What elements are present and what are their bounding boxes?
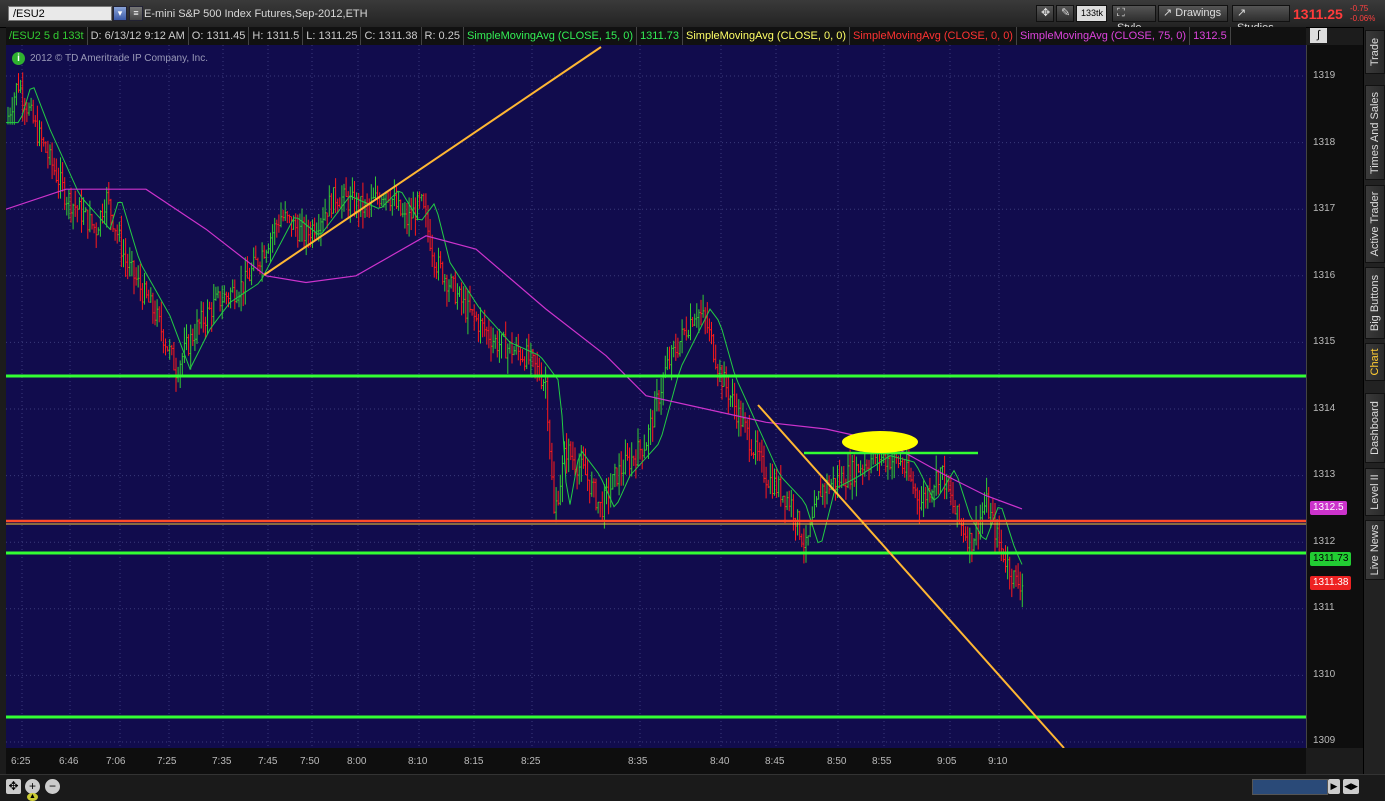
price-axis[interactable]: 1319 1318 1317 1316 1315 1314 1313 1312 … (1306, 45, 1364, 748)
x-tick: 8:55 (872, 756, 892, 767)
tab-live-news[interactable]: Live News (1365, 520, 1385, 580)
tab-label: Active Trader (1369, 191, 1381, 257)
x-tick: 8:40 (710, 756, 730, 767)
symbol-period: /ESU2 5 d 133t (6, 27, 88, 45)
scroll-right-icon[interactable]: ▶ (1328, 779, 1340, 794)
bottom-toolbar: ✥ + − ▲ ▶ ◀▶ (0, 774, 1385, 801)
bar-close: C: 1311.38 (361, 27, 422, 45)
chart-canvas (6, 45, 1306, 748)
style-button[interactable]: ⛶ Style (1112, 5, 1156, 34)
copyright: 2012 © TD Ameritrade IP Company, Inc. (30, 53, 209, 64)
zoom-in-icon[interactable]: + (25, 779, 40, 794)
aggregation-button[interactable]: 133tk (1076, 5, 1107, 22)
last-price: 1311.25 (1293, 6, 1343, 22)
percent-change: -0.06% (1350, 14, 1376, 23)
y-tick: 1309 (1313, 735, 1336, 746)
last-price-tag: 1311.38 (1310, 576, 1352, 590)
x-tick: 8:45 (765, 756, 785, 767)
highlight-ellipse (842, 431, 918, 453)
symbol-dropdown-button[interactable]: ▾ (113, 6, 127, 21)
tab-label: Chart (1369, 348, 1381, 376)
y-tick: 1311 (1313, 602, 1335, 613)
sma15-value: 1311.73 (637, 27, 684, 45)
sma15-price-tag: 1311.73 (1310, 552, 1352, 566)
bar-low: L: 1311.25 (303, 27, 362, 45)
y-tick: 1316 (1313, 270, 1336, 281)
symbol-menu-button[interactable]: ≡ (129, 6, 143, 21)
sma15-line (6, 87, 1023, 565)
tab-label: Level II (1369, 474, 1381, 510)
x-tick: 6:25 (11, 756, 31, 767)
symbol-input[interactable]: /ESU2 (8, 6, 112, 21)
y-tick: 1310 (1313, 669, 1336, 680)
bar-date: D: 6/13/12 9:12 AM (88, 27, 189, 45)
side-tabs: Trade Times And Sales Active Trader Big … (1363, 27, 1385, 774)
tab-times-and-sales[interactable]: Times And Sales (1365, 85, 1385, 180)
studies-icon: ↗ (1237, 7, 1247, 19)
x-tick: 7:25 (157, 756, 177, 767)
wrench-icon[interactable]: ✎ (1056, 5, 1074, 22)
sma75-value: 1312.5 (1190, 27, 1231, 45)
top-toolbar: /ESU2 ▾ ≡ E-mini S&P 500 Index Futures,S… (0, 0, 1385, 34)
sma15-label[interactable]: SimpleMovingAvg (CLOSE, 15, 0) (464, 27, 638, 45)
tab-chart[interactable]: Chart (1365, 343, 1385, 381)
x-tick: 8:00 (347, 756, 367, 767)
x-tick: 9:10 (988, 756, 1008, 767)
info-icon[interactable]: i (12, 52, 25, 65)
x-tick: 9:05 (937, 756, 957, 767)
studies-button[interactable]: ↗ Studies (1232, 5, 1290, 34)
x-tick: 8:15 (464, 756, 484, 767)
tab-level-ii[interactable]: Level II (1365, 468, 1385, 516)
x-tick: 7:50 (300, 756, 320, 767)
style-icon: ⛶ (1117, 7, 1125, 19)
x-tick: 8:25 (521, 756, 541, 767)
y-tick: 1317 (1313, 203, 1336, 214)
zoom-out-icon[interactable]: − (45, 779, 60, 794)
symbol-description: E-mini S&P 500 Index Futures,Sep-2012,ET… (144, 8, 368, 20)
tab-trade[interactable]: Trade (1365, 30, 1385, 74)
x-tick: 8:50 (827, 756, 847, 767)
tab-label: Big Buttons (1369, 274, 1381, 332)
bar-open: O: 1311.45 (189, 27, 250, 45)
x-tick: 8:35 (628, 756, 648, 767)
tab-active-trader[interactable]: Active Trader (1365, 185, 1385, 263)
sma75-price-tag: 1312.5 (1310, 501, 1347, 515)
price-chart[interactable]: i 2012 © TD Ameritrade IP Company, Inc. (6, 45, 1306, 748)
chart-settings-icon[interactable]: ∫ (1310, 28, 1327, 43)
tab-dashboard[interactable]: Dashboard (1365, 393, 1385, 463)
drawings-button[interactable]: ↗ Drawings (1158, 5, 1228, 22)
y-tick: 1313 (1313, 469, 1336, 480)
drawings-label: Drawings (1175, 7, 1222, 19)
tab-label: Trade (1369, 37, 1381, 67)
tab-label: Live News (1369, 524, 1381, 576)
time-axis[interactable]: 6:25 6:46 7:06 7:25 7:35 7:45 7:50 8:00 … (6, 748, 1306, 774)
chart-info-bar: /ESU2 5 d 133t D: 6/13/12 9:12 AM O: 1311.… (6, 27, 1306, 46)
bar-high: H: 1311.5 (249, 27, 304, 45)
sma-yellow-label[interactable]: SimpleMovingAvg (CLOSE, 0, 0) (683, 27, 850, 45)
x-tick: 8:10 (408, 756, 428, 767)
y-tick: 1312 (1313, 536, 1336, 547)
y-tick: 1315 (1313, 336, 1336, 347)
crosshair-icon[interactable]: ✥ (1036, 5, 1054, 22)
net-change: -0.75 (1350, 4, 1369, 13)
scroll-end-icon[interactable]: ◀▶ (1343, 779, 1359, 794)
x-tick: 6:46 (59, 756, 79, 767)
sma75-label[interactable]: SimpleMovingAvg (CLOSE, 75, 0) (1017, 27, 1191, 45)
y-tick: 1314 (1313, 403, 1336, 414)
tab-label: Dashboard (1369, 401, 1381, 455)
y-tick: 1318 (1313, 137, 1336, 148)
x-tick: 7:35 (212, 756, 232, 767)
horizontal-scrollbar[interactable] (1252, 779, 1328, 795)
y-tick: 1319 (1313, 70, 1336, 81)
sma-red-label[interactable]: SimpleMovingAvg (CLOSE, 0, 0) (850, 27, 1017, 45)
drawings-icon: ↗ (1163, 7, 1173, 19)
x-tick: 7:06 (106, 756, 126, 767)
x-tick: 7:45 (258, 756, 278, 767)
tab-big-buttons[interactable]: Big Buttons (1365, 267, 1385, 339)
bar-range: R: 0.25 (422, 27, 464, 45)
tab-label: Times And Sales (1369, 91, 1381, 174)
pan-icon[interactable]: ✥ (6, 779, 21, 794)
